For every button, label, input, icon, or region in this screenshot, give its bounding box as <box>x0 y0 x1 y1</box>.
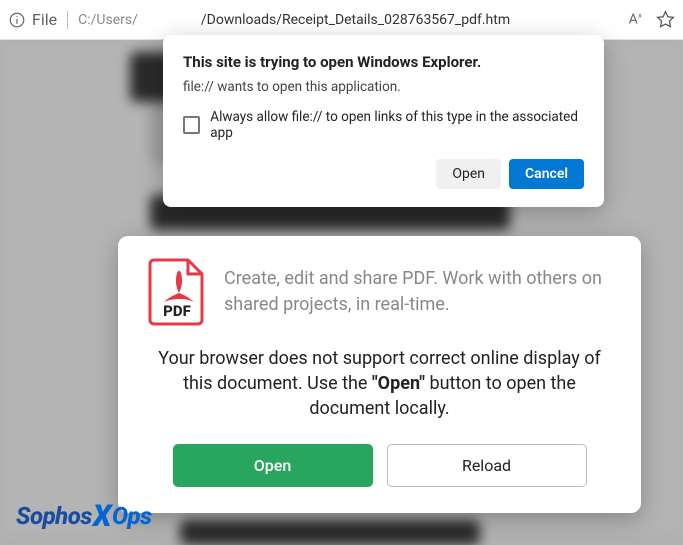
checkbox-label: Always allow file:// to open links of th… <box>210 109 584 141</box>
pdf-icon: PDF <box>148 258 206 326</box>
checkbox-icon <box>183 116 200 134</box>
site-info-button[interactable]: File <box>8 10 57 29</box>
file-scheme-label: File <box>32 10 57 29</box>
svg-text:PDF: PDF <box>163 302 191 320</box>
favorite-star-icon[interactable] <box>656 10 675 29</box>
read-aloud-button[interactable]: A» <box>629 11 642 28</box>
page-reload-button[interactable]: Reload <box>387 444 587 487</box>
cancel-button[interactable]: Cancel <box>509 159 584 189</box>
protocol-handler-dialog: This site is trying to open Windows Expl… <box>163 35 604 207</box>
page-pdf-dialog: PDF Create, edit and share PDF. Work wit… <box>118 236 641 513</box>
pdf-subtitle: Create, edit and share PDF. Work with ot… <box>224 266 611 318</box>
page-open-button[interactable]: Open <box>173 444 373 487</box>
open-button[interactable]: Open <box>436 159 501 189</box>
address-bar: File C:/Users/ /Downloads/Receipt_Detail… <box>0 0 683 40</box>
url-path[interactable]: C:/Users/ /Downloads/Receipt_Details_028… <box>78 12 510 28</box>
address-separator <box>67 11 68 29</box>
info-icon <box>8 11 26 29</box>
path-prefix: C:/Users/ <box>78 12 138 28</box>
pdf-message: Your browser does not support correct on… <box>148 346 611 422</box>
path-suffix: /Downloads/Receipt_Details_028763567_pdf… <box>201 12 510 28</box>
dialog-title: This site is trying to open Windows Expl… <box>183 53 584 71</box>
sophos-x-ops-watermark: SophosXOps <box>16 499 152 532</box>
dialog-message: file:// wants to open this application. <box>183 79 584 95</box>
always-allow-checkbox[interactable]: Always allow file:// to open links of th… <box>183 109 584 141</box>
